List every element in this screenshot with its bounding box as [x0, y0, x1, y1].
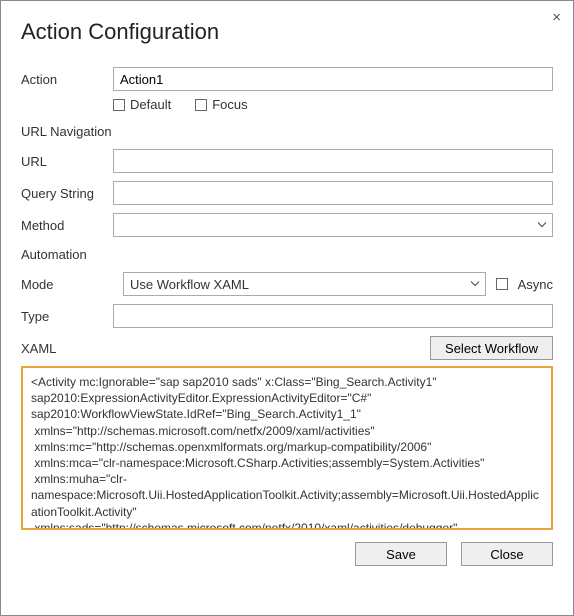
method-label: Method — [21, 218, 113, 233]
mode-select[interactable]: Use Workflow XAML — [123, 272, 486, 296]
action-configuration-dialog: × Action Configuration Action Default Fo… — [0, 0, 574, 616]
query-string-label: Query String — [21, 186, 113, 201]
url-label: URL — [21, 154, 113, 169]
focus-checkbox[interactable] — [195, 99, 207, 111]
select-workflow-button[interactable]: Select Workflow — [430, 336, 553, 360]
close-icon[interactable]: × — [552, 9, 561, 26]
default-checkbox-label: Default — [130, 97, 171, 112]
dialog-title: Action Configuration — [21, 19, 553, 45]
default-checkbox[interactable] — [113, 99, 125, 111]
automation-section: Automation — [21, 247, 553, 262]
url-navigation-section: URL Navigation — [21, 124, 553, 139]
close-button[interactable]: Close — [461, 542, 553, 566]
async-checkbox-label: Async — [518, 277, 553, 292]
query-string-input[interactable] — [113, 181, 553, 205]
mode-label: Mode — [21, 277, 113, 292]
action-input[interactable] — [113, 67, 553, 91]
type-input[interactable] — [113, 304, 553, 328]
mode-select-value: Use Workflow XAML — [130, 277, 249, 292]
xaml-label: XAML — [21, 341, 113, 356]
action-label: Action — [21, 72, 113, 87]
save-button[interactable]: Save — [355, 542, 447, 566]
type-label: Type — [21, 309, 113, 324]
focus-checkbox-label: Focus — [212, 97, 247, 112]
method-select[interactable] — [113, 213, 553, 237]
async-checkbox[interactable] — [496, 278, 508, 290]
url-input[interactable] — [113, 149, 553, 173]
xaml-textarea[interactable]: <Activity mc:Ignorable="sap sap2010 sads… — [21, 366, 553, 530]
